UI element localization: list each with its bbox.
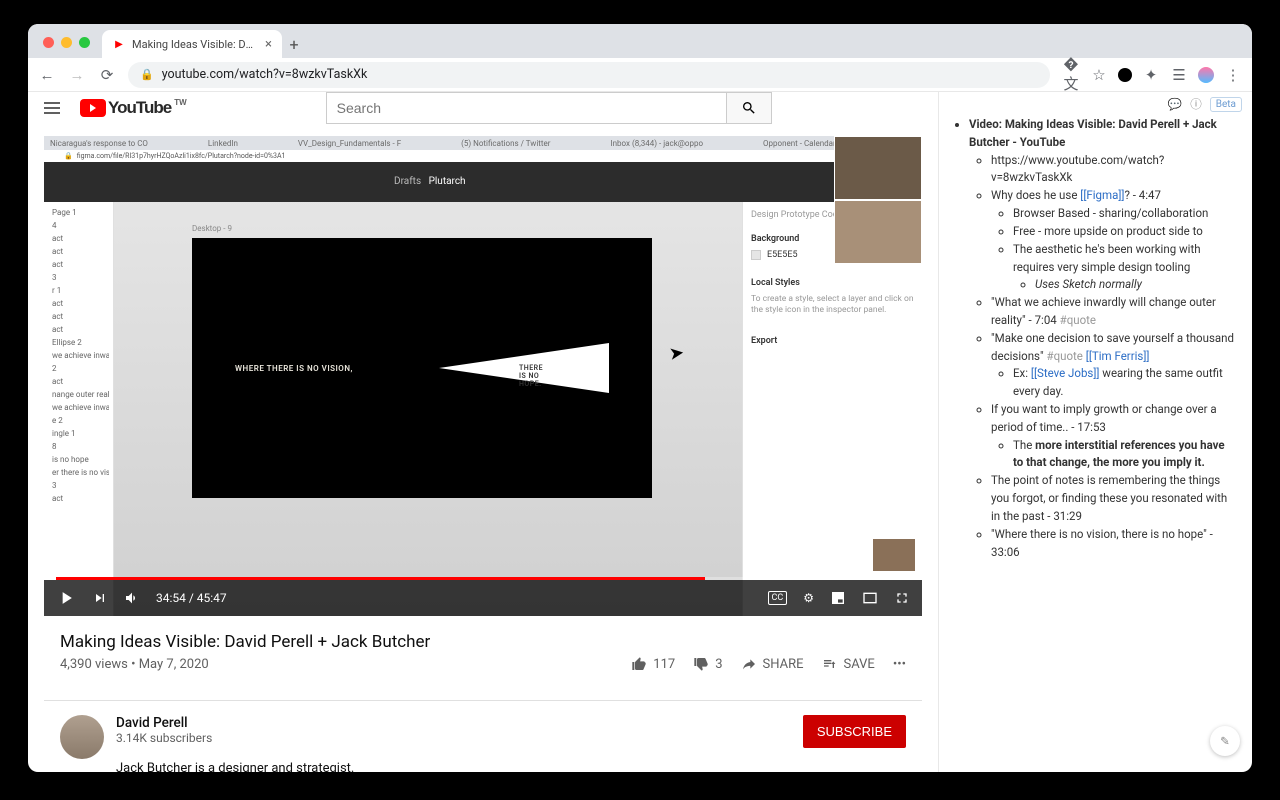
search-input[interactable] (326, 92, 726, 124)
lock-icon: 🔒 (140, 68, 154, 81)
play-button[interactable] (56, 588, 76, 608)
new-tab-button[interactable]: + (282, 32, 306, 56)
miniplayer-button[interactable] (830, 590, 846, 606)
youtube-logo[interactable]: YouTube TW (80, 98, 186, 118)
reload-button[interactable]: ⟳ (98, 66, 116, 84)
browser-tab[interactable]: ▶Making Ideas Visible: David Pe× (102, 30, 282, 58)
canvas-label: Desktop - 9 (192, 224, 232, 233)
save-button[interactable]: SAVE (822, 656, 875, 672)
note-link-ferris[interactable]: [[Tim Ferris]] (1086, 349, 1150, 363)
ext1-icon[interactable] (1118, 68, 1132, 82)
dislike-button[interactable]: 3 (693, 656, 722, 672)
more-button[interactable]: ••• (893, 657, 906, 672)
channel-name[interactable]: David Perell (116, 715, 803, 731)
cc-button[interactable]: CC (768, 591, 788, 605)
channel-subs: 3.14K subscribers (116, 731, 803, 745)
like-button[interactable]: 117 (631, 656, 675, 672)
info-icon[interactable]: ⓘ (1190, 96, 1202, 112)
beta-badge: Beta (1210, 97, 1242, 112)
video-title: Making Ideas Visible: David Perell + Jac… (60, 632, 906, 652)
back-button[interactable]: ← (38, 66, 56, 84)
time-display: 34:54 / 45:47 (156, 591, 227, 605)
browser-window: ⬚100+ Nature Pictures | Downlo×fsMental … (28, 24, 1252, 772)
video-player[interactable]: Nicaragua's response to COLinkedInVV_Des… (44, 136, 922, 616)
canvas-triangle: THERE IS NO HOPE. (439, 343, 609, 393)
url-input[interactable]: 🔒 youtube.com/watch?v=8wzkvTaskXk (128, 62, 1050, 88)
video-stats: 4,390 views • May 7, 2020 (60, 657, 209, 672)
nested-url-bar: 🔒figma.com/file/Rl31p7hyrHZQoAzli1ix8fc/… (44, 150, 922, 162)
notes-panel: 💬 ⓘ Beta Video: Making Ideas Visible: Da… (938, 92, 1252, 772)
theater-button[interactable] (862, 590, 878, 606)
note-link-figma[interactable]: [[Figma]] (1080, 188, 1124, 202)
forward-button[interactable]: → (68, 66, 86, 84)
guide-menu-button[interactable] (44, 102, 60, 114)
cursor-icon: ➤ (668, 342, 686, 365)
share-button[interactable]: SHARE (741, 656, 804, 672)
figma-left-panel: Page 14actactact3r 1actactactEllipse 2we… (44, 202, 114, 616)
close-window[interactable] (43, 37, 54, 48)
extensions-icon[interactable]: ✦ (1142, 66, 1160, 84)
youtube-page: YouTube TW Nicaragua's response to COLin… (28, 92, 938, 772)
address-bar: ← → ⟳ 🔒 youtube.com/watch?v=8wzkvTaskXk … (28, 58, 1252, 92)
menu-icon[interactable]: ⋮ (1224, 66, 1242, 84)
canvas-text-left: WHERE THERE IS NO VISION, (235, 364, 353, 373)
fullscreen-button[interactable] (894, 590, 910, 606)
thumbs-up-icon (631, 656, 647, 672)
search-button[interactable] (726, 92, 772, 124)
share-icon (741, 656, 757, 672)
figma-toolbar: Drafts Plutarch Share (44, 162, 922, 202)
channel-avatar[interactable] (60, 715, 104, 759)
subscribe-button[interactable]: SUBSCRIBE (803, 715, 906, 748)
chat-icon[interactable]: 💬 (1168, 97, 1182, 111)
playlist-add-icon (822, 656, 838, 672)
minimize-window[interactable] (61, 37, 72, 48)
maximize-window[interactable] (79, 37, 90, 48)
volume-button[interactable] (124, 590, 140, 606)
toolbar-right: �文 ☆ ✦ ☰ ⋮ (1062, 55, 1242, 94)
design-canvas: WHERE THERE IS NO VISION, THERE IS NO HO… (192, 238, 652, 498)
youtube-locale: TW (174, 98, 186, 107)
note-url[interactable]: https://www.youtube.com/watch?v=8wzkvTas… (991, 152, 1236, 188)
settings-button[interactable]: ⚙ (803, 591, 814, 605)
translate-icon[interactable]: �文 (1062, 55, 1080, 94)
video-description: Jack Butcher is a designer and strategis… (116, 761, 803, 772)
youtube-wordmark: YouTube (108, 98, 171, 118)
tab-bar: ⬚100+ Nature Pictures | Downlo×fsMental … (28, 24, 1252, 58)
webcam-self (872, 538, 916, 572)
next-button[interactable] (92, 590, 108, 606)
note-title: Video: Making Ideas Visible: David Perel… (969, 117, 1217, 149)
bookmark-icon[interactable]: ☆ (1090, 66, 1108, 84)
youtube-play-icon (80, 99, 106, 117)
thumbs-down-icon (693, 656, 709, 672)
reading-list-icon[interactable]: ☰ (1170, 66, 1188, 84)
player-controls: 34:54 / 45:47 CC ⚙ (44, 580, 922, 616)
window-controls[interactable] (43, 37, 90, 48)
close-tab-icon[interactable]: × (265, 37, 272, 52)
notes-body[interactable]: Video: Making Ideas Visible: David Perel… (939, 116, 1252, 772)
webcam-primary (834, 136, 922, 200)
edit-fab[interactable]: ✎ (1210, 726, 1240, 756)
youtube-header: YouTube TW (28, 92, 938, 124)
nested-browser-tabs: Nicaragua's response to COLinkedInVV_Des… (44, 136, 922, 150)
url-text: youtube.com/watch?v=8wzkvTaskXk (162, 67, 368, 82)
profile-icon[interactable] (1198, 67, 1214, 83)
webcam-secondary (834, 200, 922, 264)
search-icon (741, 100, 757, 116)
note-link-jobs[interactable]: [[Steve Jobs]] (1031, 366, 1100, 380)
